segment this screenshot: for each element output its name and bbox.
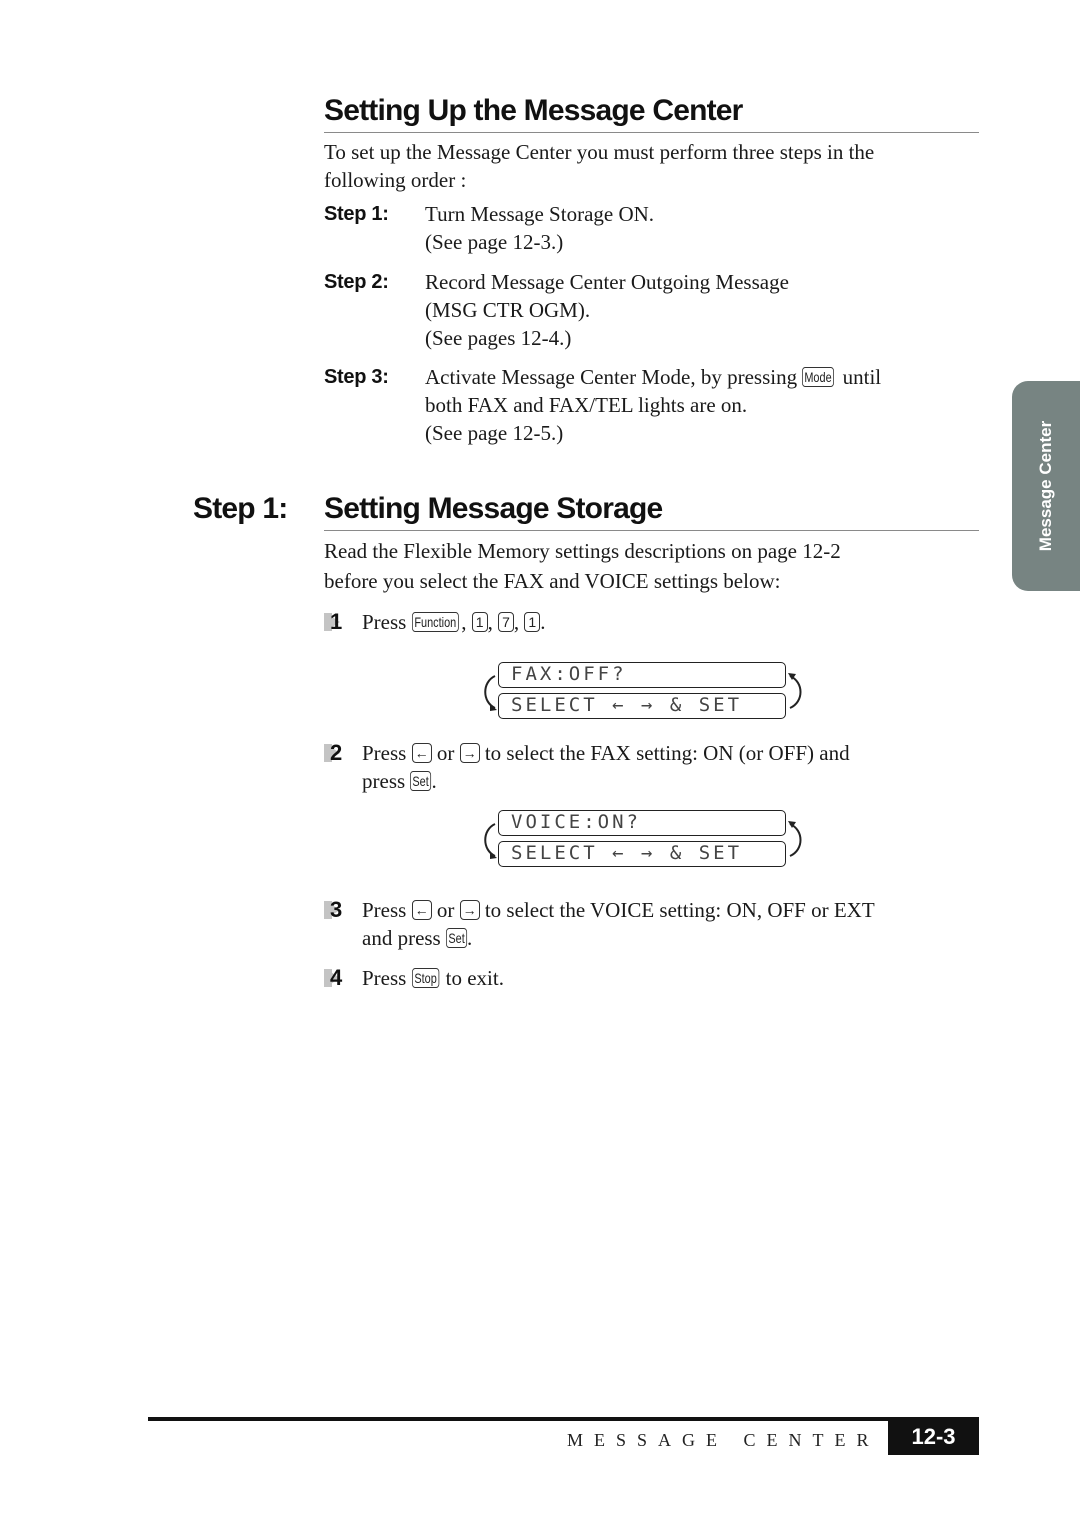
lcd-line-1: FAX:OFF?: [498, 662, 786, 688]
step-number-badge: 4: [324, 964, 358, 992]
footer-chapter-title: MESSAGE CENTER: [567, 1430, 880, 1450]
press-text: Press: [362, 898, 407, 922]
press-text: Press: [362, 610, 407, 634]
step-text: both FAX and FAX/TEL lights are on.: [425, 393, 748, 417]
step-text: (See page 12-5.): [425, 421, 564, 445]
lcd-display-voice: VOICE:ON? SELECT ← → & SET: [478, 808, 808, 870]
overview-step-3: Step 3: Activate Message Center Mode, by…: [324, 363, 984, 447]
instruction-text: to select the VOICE setting: ON, OFF or …: [484, 898, 875, 922]
overview-step-2: Step 2: Record Message Center Outgoing M…: [324, 268, 984, 352]
step-label: Step 1:: [324, 203, 389, 225]
period: .: [431, 769, 437, 793]
right-arrow-key-icon: →: [459, 743, 480, 763]
step-number-badge: 2: [324, 739, 358, 767]
footer-divider: [148, 1417, 979, 1421]
step-number-badge: 1: [324, 608, 358, 636]
intro-line-2: following order :: [324, 168, 467, 192]
key-1-icon: 1: [524, 612, 541, 632]
set-key-icon: Set: [410, 771, 432, 791]
period: .: [540, 610, 546, 634]
storage-intro-line-1: Read the Flexible Memory settings descri…: [324, 539, 841, 563]
step-text: (See page 12-3.): [425, 230, 564, 254]
instruction-item-1: 1 Press Function, 1, 7, 1.: [324, 608, 984, 636]
key-1-icon: 1: [471, 612, 488, 632]
separator: ,: [513, 610, 520, 634]
storage-intro-line-2: before you select the FAX and VOICE sett…: [324, 569, 781, 593]
step-text: (MSG CTR OGM).: [425, 298, 591, 322]
mode-key-icon: Mode: [802, 367, 835, 387]
lcd-line-2: SELECT ← → & SET: [498, 841, 786, 867]
press-text: Press: [362, 741, 407, 765]
or-text: or: [436, 898, 455, 922]
chapter-side-tab-label: Message Center: [1036, 420, 1055, 552]
step-text: Record Message Center Outgoing Message: [425, 270, 789, 294]
instruction-item-2: 2 Press ← or → to select the FAX setting…: [324, 739, 984, 795]
step-label: Step 2:: [324, 271, 389, 293]
lcd-line-2: SELECT ← → & SET: [498, 693, 786, 719]
step-text: Turn Message Storage ON.: [425, 202, 655, 226]
set-key-icon: Set: [445, 928, 468, 948]
lcd-line-1: VOICE:ON?: [498, 810, 786, 836]
instruction-text: to select the FAX setting: ON (or OFF) a…: [484, 741, 850, 765]
overview-step-1: Step 1: Turn Message Storage ON. (See pa…: [324, 200, 984, 256]
instruction-text: to exit.: [445, 966, 504, 990]
left-arrow-key-icon: ←: [411, 743, 432, 763]
step-text: (See pages 12-4.): [425, 326, 572, 350]
separator: ,: [487, 610, 493, 634]
intro-line-1: To set up the Message Center you must pe…: [324, 140, 875, 164]
section-step-prefix: Step 1:: [193, 492, 288, 525]
lcd-display-fax: FAX:OFF? SELECT ← → & SET: [478, 660, 808, 722]
instruction-item-3: 3 Press ← or → to select the VOICE setti…: [324, 896, 984, 952]
section-title-message-storage: Setting Message Storage: [324, 490, 979, 531]
function-key-icon: Function: [411, 612, 459, 632]
press-text: press: [362, 769, 406, 793]
right-arrow-key-icon: →: [459, 900, 480, 920]
step-number-badge: 3: [324, 896, 358, 924]
key-7-icon: 7: [498, 612, 514, 632]
press-text: Press: [362, 966, 407, 990]
period: .: [467, 926, 473, 950]
press-text: and press: [362, 926, 441, 950]
separator: ,: [461, 610, 467, 634]
instruction-item-4: 4 Press Stop to exit.: [324, 964, 984, 992]
step-text-part: Activate Message Center Mode, by pressin…: [425, 365, 798, 389]
step-text-part: until: [842, 365, 882, 389]
step-label: Step 3:: [324, 366, 389, 388]
chapter-side-tab: Message Center: [1012, 381, 1080, 591]
section-title-setting-up: Setting Up the Message Center: [324, 92, 979, 133]
or-text: or: [436, 741, 455, 765]
step-text: Activate Message Center Mode, by pressin…: [425, 363, 984, 391]
page-number: 12-3: [888, 1419, 979, 1455]
stop-key-icon: Stop: [411, 968, 439, 988]
left-arrow-key-icon: ←: [411, 900, 432, 920]
